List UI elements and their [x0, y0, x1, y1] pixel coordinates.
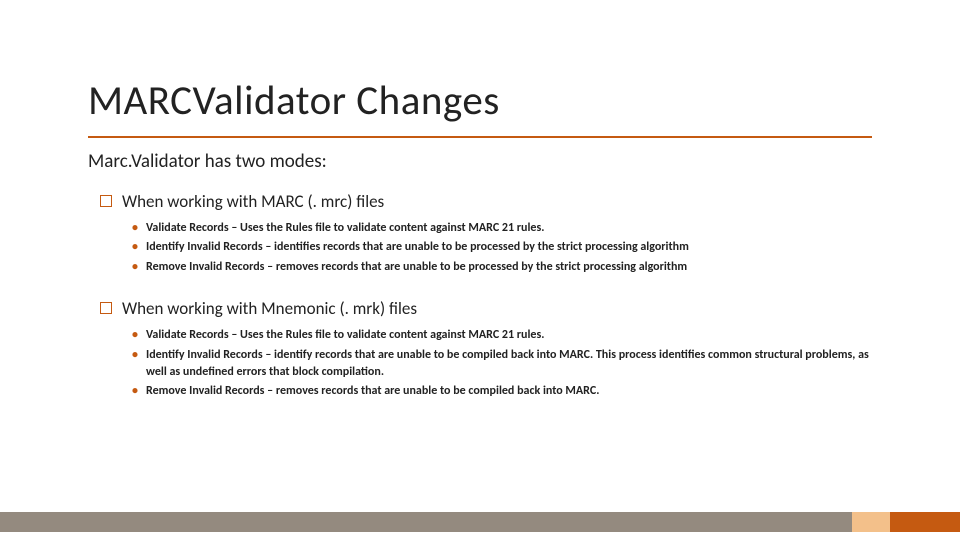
list-item: Remove Invalid Records – removes records… — [132, 259, 886, 276]
mode-head: When working with Mnemonic (. mrk) files — [100, 298, 888, 319]
mode-block-mrc: When working with MARC (. mrc) files Val… — [88, 191, 888, 276]
bullet-list: Validate Records – Uses the Rules file t… — [132, 220, 888, 276]
footer-bar — [0, 512, 960, 532]
mode-head: When working with MARC (. mrc) files — [100, 191, 888, 212]
mode-title: When working with Mnemonic (. mrk) files — [122, 298, 417, 319]
bullet-list: Validate Records – Uses the Rules file t… — [132, 327, 888, 401]
footer-segment-orange — [890, 512, 960, 532]
footer-segment-grey — [0, 512, 852, 532]
title-underline — [88, 136, 872, 138]
mode-block-mrk: When working with Mnemonic (. mrk) files… — [88, 298, 888, 401]
footer-segment-light-orange — [852, 512, 890, 532]
list-item: Identify Invalid Records – identifies re… — [132, 239, 886, 256]
checkbox-icon — [100, 302, 112, 314]
content-area: Marc.Validator has two modes: When worki… — [88, 150, 888, 423]
checkbox-icon — [100, 195, 112, 207]
page-title: MARCValidator Changes — [88, 76, 500, 126]
slide: MARCValidator Changes Marc.Validator has… — [0, 0, 960, 540]
list-item: Identify Invalid Records – identify reco… — [132, 347, 886, 382]
lead-text: Marc.Validator has two modes: — [88, 150, 888, 173]
list-item: Remove Invalid Records – removes records… — [132, 383, 886, 400]
list-item: Validate Records – Uses the Rules file t… — [132, 220, 886, 237]
mode-title: When working with MARC (. mrc) files — [122, 191, 384, 212]
list-item: Validate Records – Uses the Rules file t… — [132, 327, 886, 344]
